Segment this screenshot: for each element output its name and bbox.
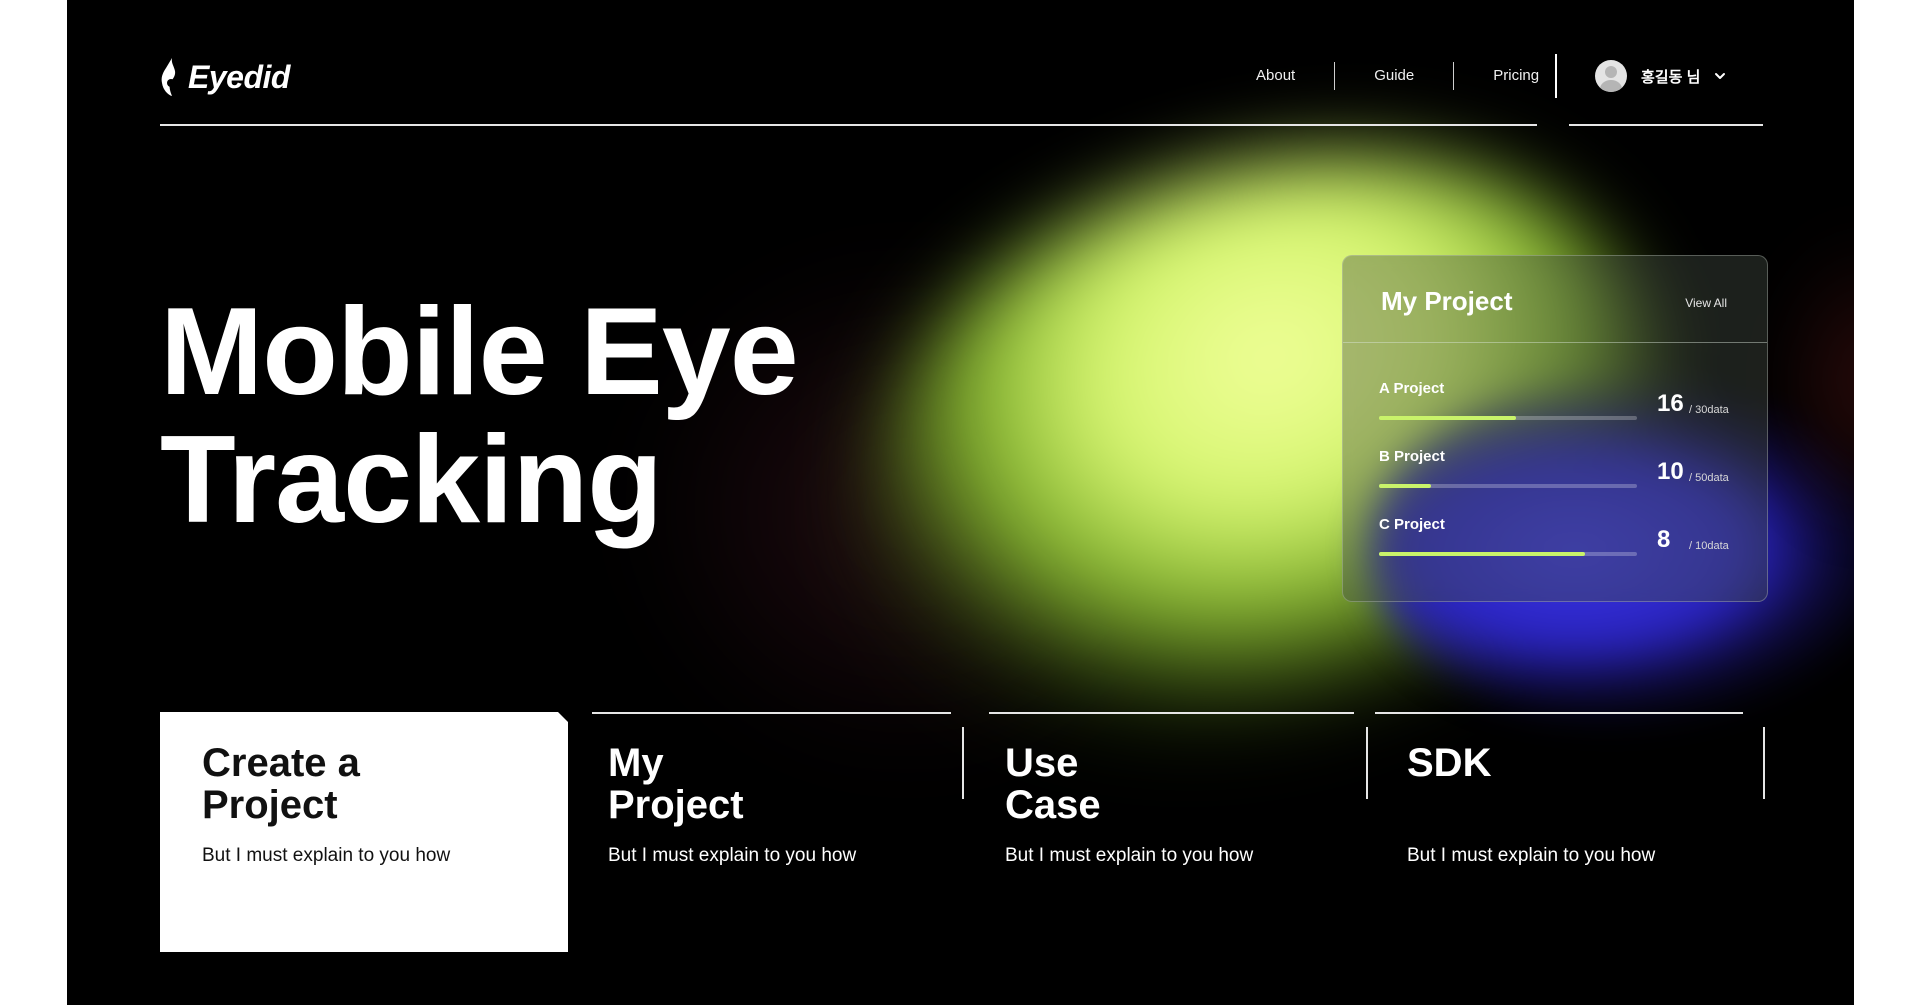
hero-title-line-2: Tracking xyxy=(160,411,663,549)
tile-title-line-2: Project xyxy=(608,783,744,827)
brand-name: Eyedid xyxy=(188,58,290,95)
progress-fill xyxy=(1379,416,1516,420)
tile-description: But I must explain to you how xyxy=(608,845,857,866)
avatar-icon xyxy=(1595,60,1627,92)
card-title: My Project xyxy=(1381,286,1513,316)
user-name: 홍길동 님 xyxy=(1641,68,1701,86)
progress-track xyxy=(1379,484,1637,488)
tile-my-project[interactable]: My Project But I must explain to you how xyxy=(580,712,964,952)
progress-track xyxy=(1379,416,1637,420)
nav-user-divider xyxy=(1555,54,1557,98)
tile-title-line-2: Case xyxy=(1005,783,1101,827)
project-name: A Project xyxy=(1379,380,1445,397)
tile-title-line-1: My xyxy=(608,741,664,785)
hero-title-line-1: Mobile Eye xyxy=(160,283,799,421)
header: Eyedid About Guide Pricing 홍길동 님 xyxy=(67,0,1854,130)
tile-description: But I must explain to you how xyxy=(202,845,451,866)
project-row[interactable]: A Project 16 / 30data xyxy=(1379,380,1735,440)
nav-item-guide[interactable]: Guide xyxy=(1335,62,1453,90)
tile-top-border xyxy=(592,712,951,714)
project-total: / 10data xyxy=(1689,540,1729,552)
header-underline-left xyxy=(160,124,1537,126)
tile-title: Use Case xyxy=(1005,742,1101,826)
tile-top-border xyxy=(989,712,1354,714)
nav-item-about[interactable]: About xyxy=(1217,62,1334,90)
tile-side-border xyxy=(962,727,964,799)
tile-title-line-1: SDK xyxy=(1407,741,1492,785)
project-row[interactable]: B Project 10 / 50data xyxy=(1379,448,1735,508)
hero-title: Mobile Eye Tracking xyxy=(160,283,799,549)
user-menu[interactable]: 홍길동 님 xyxy=(1595,60,1726,92)
tile-title: Create a Project xyxy=(202,742,360,826)
project-count: 8 xyxy=(1657,526,1671,553)
progress-track xyxy=(1379,552,1637,556)
my-project-card: My Project View All A Project 16 / 30dat… xyxy=(1342,255,1768,602)
progress-fill xyxy=(1379,484,1431,488)
tile-create-project[interactable]: Create a Project But I must explain to y… xyxy=(160,712,568,952)
brand-logo[interactable]: Eyedid xyxy=(160,58,290,96)
tile-top-border xyxy=(1375,712,1743,714)
project-total: / 50data xyxy=(1689,472,1729,484)
chevron-down-icon xyxy=(1715,73,1726,79)
tile-sdk[interactable]: SDK But I must explain to you how xyxy=(1375,712,1765,952)
card-header: My Project View All xyxy=(1343,256,1767,343)
project-row[interactable]: C Project 8 / 10data xyxy=(1379,516,1735,576)
nav-item-pricing[interactable]: Pricing xyxy=(1454,62,1578,90)
tile-title: My Project xyxy=(608,742,744,826)
header-underline-right xyxy=(1569,124,1763,126)
main-nav: About Guide Pricing xyxy=(1217,62,1578,90)
tile-title-line-1: Use xyxy=(1005,741,1079,785)
tile-title: SDK xyxy=(1407,742,1491,784)
tile-title-line-1: Create a xyxy=(202,741,360,785)
view-all-link[interactable]: View All xyxy=(1685,296,1727,310)
project-count: 16 xyxy=(1657,390,1684,417)
project-name: C Project xyxy=(1379,516,1445,533)
page-stage: Eyedid About Guide Pricing 홍길동 님 Mobile … xyxy=(67,0,1854,1005)
project-count: 10 xyxy=(1657,458,1684,485)
tile-description: But I must explain to you how xyxy=(1005,845,1254,866)
project-total: / 30data xyxy=(1689,404,1729,416)
tile-title-line-2: Project xyxy=(202,783,338,827)
eye-flame-logo-icon xyxy=(161,58,176,96)
tile-side-border xyxy=(1763,727,1765,799)
tile-side-border xyxy=(1366,727,1368,799)
tile-use-case[interactable]: Use Case But I must explain to you how xyxy=(977,712,1368,952)
project-name: B Project xyxy=(1379,448,1445,465)
progress-fill xyxy=(1379,552,1586,556)
tile-description: But I must explain to you how xyxy=(1407,845,1656,866)
